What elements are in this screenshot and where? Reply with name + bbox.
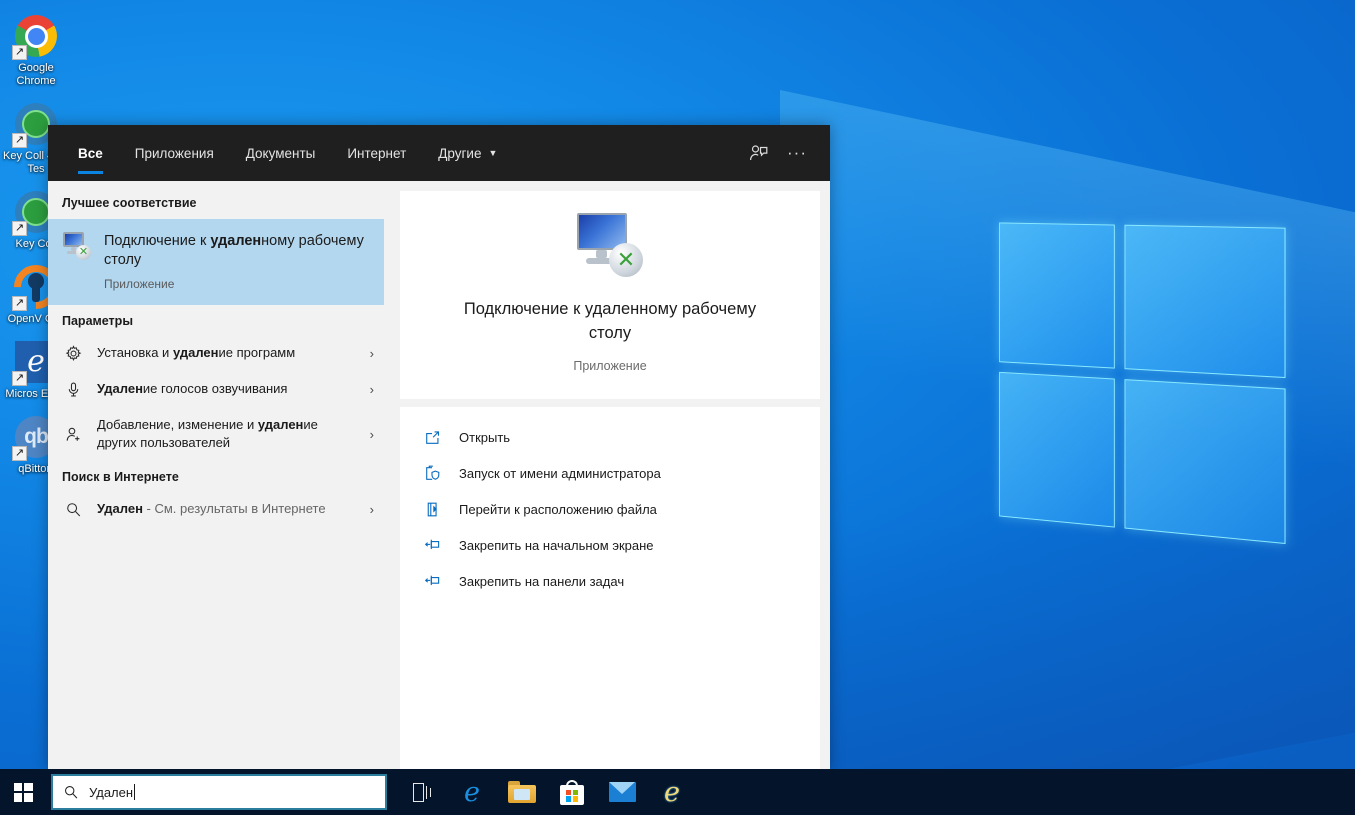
action-pin-to-taskbar[interactable]: Закрепить на панели задач [400,563,820,599]
logo-pane-bottom-left [999,372,1115,528]
best-match-text: Подключение к удаленному рабочему столу … [104,231,374,291]
tab-label: Приложения [135,146,214,161]
search-tabbar: Все Приложения Документы Интернет Другие… [48,125,830,181]
tab-documents[interactable]: Документы [230,125,332,181]
taskbar-icon-list: e e [401,770,693,814]
result-item-label: Установка и удаление программ [97,344,356,362]
action-pin-to-start[interactable]: Закрепить на начальном экране [400,527,820,563]
text-caret [134,784,135,800]
result-item-manage-users[interactable]: Добавление, изменение и удаление других … [48,407,390,461]
internet-explorer-icon[interactable]: e [651,770,693,814]
action-label: Закрепить на панели задач [459,574,624,589]
best-match-header: Лучшее соответствие [48,187,390,217]
tab-apps[interactable]: Приложения [119,125,230,181]
settings-group-header: Параметры [48,305,390,335]
file-location-icon [422,499,442,519]
microsoft-store-icon[interactable] [551,770,593,814]
best-match-subtitle: Приложение [104,277,374,291]
action-open[interactable]: Открыть [400,419,820,455]
result-item-remove-voices[interactable]: Удаление голосов озвучивания › [48,371,390,407]
result-item-web-search[interactable]: Удален - См. результаты в Интернете › [48,491,390,527]
tab-web[interactable]: Интернет [331,125,422,181]
logo-pane-bottom-right [1124,379,1285,544]
search-preview-column: ✕ Подключение к удаленному рабочему стол… [390,181,830,769]
shortcut-arrow-icon: ↗ [12,45,27,60]
open-icon [422,427,442,447]
best-match-title: Подключение к удаленному рабочему столу [104,232,374,270]
search-input-value: Удален [89,784,135,800]
result-item-uninstall-programs[interactable]: Установка и удаление программ › [48,335,390,371]
action-open-file-location[interactable]: Перейти к расположению файла [400,491,820,527]
search-icon [63,784,79,800]
tab-more[interactable]: Другие ▼ [422,125,513,181]
desktop-icon-label: Google Chrome [0,62,72,88]
app-preview-card: ✕ Подключение к удаленному рабочему стол… [400,191,820,399]
windows-logo-wallpaper [999,222,1292,544]
tab-label: Другие [438,146,481,161]
result-item-label: Добавление, изменение и удаление других … [97,416,356,452]
shortcut-arrow-icon: ↗ [12,221,27,236]
app-preview-type: Приложение [420,359,800,373]
tab-all[interactable]: Все [62,125,119,181]
shortcut-arrow-icon: ↗ [12,133,27,148]
logo-pane-top-left [999,222,1115,368]
start-button[interactable] [0,769,46,815]
action-label: Закрепить на начальном экране [459,538,654,553]
remote-desktop-icon: ✕ [573,213,647,279]
search-results-column: Лучшее соответствие ✕ Подключение к удал… [48,181,390,769]
result-item-label: Удаление голосов озвучивания [97,380,356,398]
app-actions-card: Открыть Запуск от имени администратора [400,407,820,769]
add-user-icon [64,426,83,443]
best-match-item[interactable]: ✕ Подключение к удаленному рабочему стол… [48,219,384,305]
taskbar: Удален e [0,769,1355,815]
search-icon [64,501,83,518]
gear-icon [64,345,83,362]
search-panel-body: Лучшее соответствие ✕ Подключение к удал… [48,181,830,769]
chevron-right-icon: › [370,427,380,442]
microsoft-edge-icon[interactable]: e [451,770,493,814]
chevron-right-icon: › [370,502,380,517]
action-label: Запуск от имени администратора [459,466,661,481]
app-preview-title: Подключение к удаленному рабочему столу [445,297,775,345]
web-search-group-header: Поиск в Интернете [48,461,390,491]
shield-run-as-admin-icon [422,463,442,483]
file-explorer-icon[interactable] [501,770,543,814]
microphone-icon [64,381,83,398]
chrome-icon: ↗ [12,12,60,60]
logo-pane-top-right [1124,225,1285,378]
windows-logo-icon [14,783,33,802]
mail-icon[interactable] [601,770,643,814]
task-view-icon[interactable] [401,770,443,814]
action-run-as-administrator[interactable]: Запуск от имени администратора [400,455,820,491]
ellipsis-glyph: ··· [787,143,807,163]
chevron-down-icon: ▼ [488,148,497,158]
result-item-label: Удален - См. результаты в Интернете [97,500,356,518]
chevron-right-icon: › [370,382,380,397]
more-options-icon[interactable]: ··· [778,134,816,172]
action-label: Перейти к расположению файла [459,502,657,517]
tab-label: Интернет [347,146,406,161]
pin-to-start-icon [422,535,442,555]
pin-to-taskbar-icon [422,571,442,591]
remote-desktop-icon: ✕ [62,231,92,261]
desktop-icon-google-chrome[interactable]: ↗ Google Chrome [0,8,72,90]
tab-label: Все [78,146,103,161]
search-flyout-panel: Все Приложения Документы Интернет Другие… [48,125,830,769]
tab-label: Документы [246,146,316,161]
feedback-icon[interactable] [740,134,778,172]
shortcut-arrow-icon: ↗ [12,371,27,386]
shortcut-arrow-icon: ↗ [12,296,27,311]
taskbar-search-input[interactable]: Удален [51,774,387,810]
action-label: Открыть [459,430,510,445]
shortcut-arrow-icon: ↗ [12,446,27,461]
chevron-right-icon: › [370,346,380,361]
